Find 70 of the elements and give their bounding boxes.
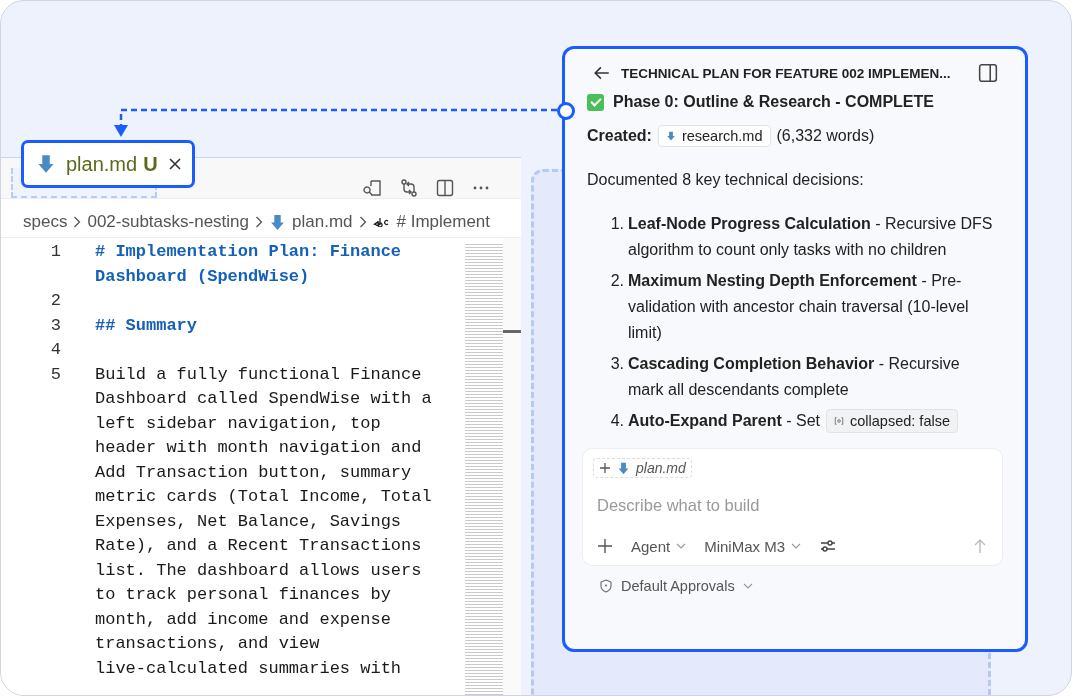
list-item-text: Cascading Completion Behavior - Recursive mark all descendants complete bbox=[628, 354, 961, 400]
code-text: metric cards (Total Income, Total bbox=[95, 486, 432, 508]
settings-sliders-icon[interactable] bbox=[819, 537, 838, 555]
code-text: Dashboard called SpendWise with a bbox=[95, 388, 432, 410]
markdown-file-icon bbox=[665, 131, 676, 141]
add-icon[interactable] bbox=[597, 538, 613, 554]
chevron-icon bbox=[73, 216, 82, 228]
list-item-text: Leaf-Node Progress Calculation - Recursive DFS algorithm to count only tasks with no children bbox=[628, 214, 994, 260]
code-text: ## Summary bbox=[95, 314, 198, 337]
close-icon[interactable] bbox=[167, 157, 182, 171]
scroll-indicator bbox=[503, 330, 521, 333]
list-number: 1. bbox=[609, 214, 625, 234]
file-chip[interactable]: research.md bbox=[657, 125, 771, 147]
file-tab[interactable]: plan.md U bbox=[21, 140, 195, 188]
line-number: 1 bbox=[49, 241, 62, 263]
markdown-file-icon bbox=[36, 154, 56, 174]
list-number: 2. bbox=[609, 271, 625, 291]
code-text: left sidebar navigation, top bbox=[95, 412, 382, 435]
mode-dropdown[interactable]: Agent bbox=[631, 537, 687, 555]
code-text: # Implementation Plan: Finance bbox=[95, 241, 402, 263]
code-chip: collapsed: false bbox=[826, 409, 958, 433]
list-number: 4. bbox=[609, 411, 625, 431]
untracked-status: U bbox=[143, 152, 158, 176]
plus-icon[interactable] bbox=[599, 462, 611, 474]
markdown-file-icon bbox=[269, 213, 286, 231]
code-text: Dashboard (SpendWise) bbox=[95, 265, 311, 288]
model-dropdown[interactable]: MiniMax M3 bbox=[704, 537, 802, 555]
shield-icon bbox=[599, 579, 613, 593]
list-number: 3. bbox=[609, 354, 625, 374]
breadcrumb-item[interactable]: # Implement bbox=[396, 212, 491, 232]
chevron-icon bbox=[255, 216, 263, 228]
context-chip[interactable]: plan.md bbox=[593, 458, 692, 478]
code-text: header with month navigation and bbox=[95, 437, 423, 459]
prompt-field[interactable]: plan.md Describe what to build Agent MiniMax M3 bbox=[582, 448, 1003, 566]
list-item-text: Maximum Nesting Depth Enforcement - Pre-validation with ancestor chain traversal (10-level limit) bbox=[628, 271, 970, 343]
code-text: Add Transaction button, summary bbox=[95, 461, 413, 484]
code-text: Expenses, Net Balance, Savings bbox=[95, 510, 403, 533]
approvals-dropdown[interactable]: Default Approvals bbox=[599, 578, 753, 594]
body-text: Documented 8 key technical decisions: bbox=[587, 171, 865, 189]
list-item-text: Auto-Expand Parent - Set bbox=[628, 411, 821, 431]
line-number: 3 bbox=[49, 314, 62, 337]
phase-heading: Phase 0: Outline & Research - COMPLETE bbox=[613, 93, 934, 111]
line-number: 2 bbox=[49, 290, 62, 312]
tab-label: plan.md bbox=[66, 152, 138, 176]
code-text: to track personal finances by bbox=[95, 584, 392, 606]
caret-icon bbox=[742, 583, 753, 589]
back-arrow-icon[interactable] bbox=[593, 64, 611, 82]
code-text: month, add income and expense bbox=[95, 608, 392, 631]
preview-icon[interactable] bbox=[363, 178, 383, 198]
breadcrumb-item[interactable]: 002-subtasks-nesting bbox=[87, 212, 249, 232]
compare-changes-icon[interactable] bbox=[399, 178, 419, 198]
breadcrumb-item[interactable]: plan.md bbox=[292, 212, 353, 232]
chevron-icon bbox=[358, 216, 367, 228]
code-text: list. The dashboard allows users bbox=[95, 559, 423, 582]
panel-layout-icon[interactable] bbox=[978, 63, 998, 83]
code-text: Build a fully functional Finance bbox=[95, 363, 423, 386]
code-text: Rate), and a Recent Transactions bbox=[95, 535, 423, 557]
word-count: (6,332 words) bbox=[776, 127, 875, 145]
line-number: 5 bbox=[49, 363, 62, 386]
caret-icon bbox=[676, 543, 687, 549]
breadcrumb-item[interactable]: specs bbox=[23, 212, 68, 232]
variable-icon bbox=[834, 416, 845, 426]
split-editor-icon[interactable] bbox=[435, 178, 455, 198]
markdown-file-icon bbox=[617, 461, 630, 475]
panel-title: TECHNICAL PLAN FOR FEATURE 002 IMPLEMEN... bbox=[621, 65, 951, 81]
line-number: 4 bbox=[49, 339, 62, 361]
code-text: live-calculated summaries with bbox=[95, 657, 403, 680]
caret-icon bbox=[791, 543, 802, 549]
created-label: Created: bbox=[587, 127, 652, 145]
code-text: transactions, and view bbox=[95, 633, 321, 655]
